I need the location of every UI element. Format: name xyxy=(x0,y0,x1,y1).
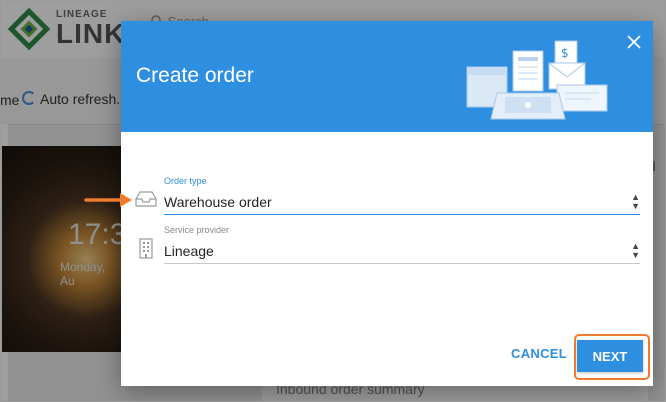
select-arrows-icon: ▲ ▼ xyxy=(631,241,640,260)
order-type-field: Order type Warehouse order ▲ ▼ xyxy=(164,176,640,215)
select-arrows-icon: ▲ ▼ xyxy=(631,192,640,211)
create-order-dialog: Create order $ Order type Warehouse orde… xyxy=(121,21,653,386)
service-provider-value: Lineage xyxy=(164,243,214,259)
order-type-select[interactable]: Warehouse order ▲ ▼ xyxy=(164,190,640,215)
cancel-button[interactable]: CANCEL xyxy=(511,346,567,361)
service-provider-label: Service provider xyxy=(164,225,230,235)
order-type-value: Warehouse order xyxy=(164,194,272,210)
service-provider-select[interactable]: Lineage ▲ ▼ xyxy=(164,239,640,264)
service-provider-field: Service provider Lineage ▲ ▼ xyxy=(164,225,640,264)
building-icon xyxy=(139,238,153,259)
dialog-header: Create order $ xyxy=(121,21,653,132)
pointer-arrow-icon xyxy=(84,193,132,207)
inbox-tray-icon xyxy=(135,191,157,207)
next-button-highlight xyxy=(574,334,650,380)
close-icon[interactable] xyxy=(621,29,647,55)
order-illustration-icon: $ xyxy=(466,40,608,120)
svg-text:$: $ xyxy=(561,46,569,60)
dialog-title: Create order xyxy=(136,64,254,87)
order-type-label: Order type xyxy=(164,176,207,186)
